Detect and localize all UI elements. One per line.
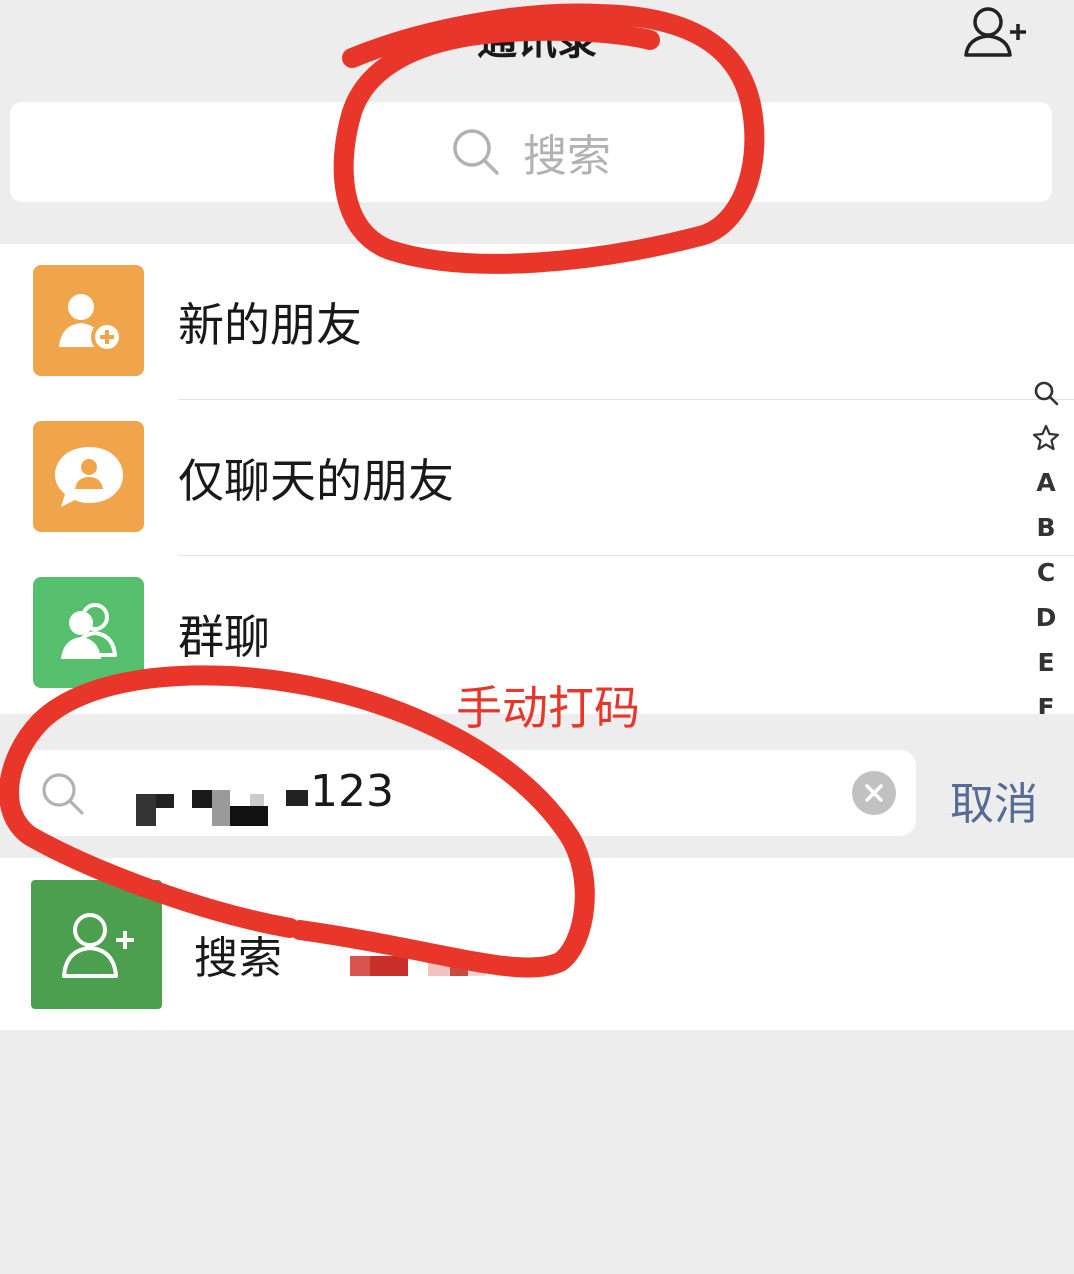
list-item-label: 仅聊天的朋友 bbox=[178, 454, 454, 508]
top-search-bar[interactable]: 搜索 bbox=[10, 102, 1052, 202]
index-letter[interactable]: E bbox=[1028, 640, 1064, 685]
search-result-label: 搜索 bbox=[194, 933, 282, 984]
index-letter[interactable]: B bbox=[1028, 505, 1064, 550]
redacted-result-text bbox=[280, 920, 580, 976]
add-contact-icon bbox=[31, 880, 162, 1009]
contact-list: 新的朋友 仅聊天的朋友 群聊 bbox=[0, 244, 1074, 714]
close-icon bbox=[865, 784, 883, 802]
list-item-label: 新的朋友 bbox=[178, 298, 362, 352]
index-letter[interactable]: F bbox=[1028, 685, 1064, 714]
index-star-icon[interactable] bbox=[1028, 415, 1064, 460]
add-contact-icon bbox=[964, 7, 1026, 57]
add-contact-button[interactable] bbox=[958, 2, 1034, 62]
search-icon bbox=[453, 129, 499, 175]
clear-search-button[interactable] bbox=[852, 771, 896, 815]
index-letter[interactable]: A bbox=[1028, 460, 1064, 505]
alphabet-index[interactable]: A B C D E F bbox=[1028, 370, 1064, 714]
search-icon bbox=[42, 773, 84, 815]
list-item-label: 群聊 bbox=[178, 610, 270, 664]
index-letter[interactable]: C bbox=[1028, 550, 1064, 595]
chat-only-friend-icon bbox=[33, 421, 144, 532]
search-query-suffix: 123 bbox=[310, 766, 394, 817]
redacted-query-text bbox=[136, 790, 308, 826]
annotation-label: 手动打码 bbox=[456, 681, 640, 735]
group-chat-icon bbox=[33, 577, 144, 688]
index-search-icon[interactable] bbox=[1028, 370, 1064, 415]
list-item-chat-only-friends[interactable]: 仅聊天的朋友 bbox=[0, 400, 1074, 556]
page-title: 通讯录 bbox=[477, 18, 597, 64]
cancel-button[interactable]: 取消 bbox=[950, 768, 1038, 832]
index-letter[interactable]: D bbox=[1028, 595, 1064, 640]
new-friend-icon bbox=[33, 265, 144, 376]
search-placeholder: 搜索 bbox=[523, 131, 611, 182]
list-item-new-friends[interactable]: 新的朋友 bbox=[0, 244, 1074, 400]
